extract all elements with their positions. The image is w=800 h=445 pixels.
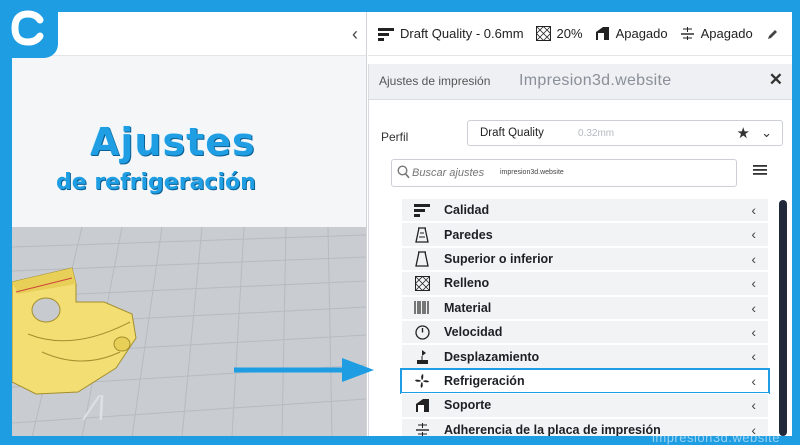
chevron-left-icon: ‹ xyxy=(751,323,756,340)
chevron-left-icon: ‹ xyxy=(751,202,756,218)
infill-icon xyxy=(535,26,551,41)
chevron-down-icon[interactable]: ⌄ xyxy=(761,125,772,141)
app-window: ‹ /\ Ajustes de refrigeración Draft Qual… xyxy=(12,12,792,436)
category-label: Soporte xyxy=(444,398,492,413)
blue-frame: ‹ /\ Ajustes de refrigeración Draft Qual… xyxy=(0,0,800,445)
speed-icon xyxy=(410,323,434,341)
panel-watermark: Impresion3d.website xyxy=(519,72,672,89)
quality-icon xyxy=(410,201,434,219)
adhesion-icon xyxy=(410,421,434,436)
profile-value: Draft Quality xyxy=(480,127,544,139)
profile-layer-height: 0.32mm xyxy=(578,128,615,139)
support-icon xyxy=(410,396,434,414)
category-label: Refrigeración xyxy=(444,373,525,388)
profile-label: Perfil xyxy=(381,130,409,144)
app-logo-icon xyxy=(11,10,44,46)
chevron-left-icon: ‹ xyxy=(751,348,756,365)
infill-summary[interactable]: 20% xyxy=(535,26,583,41)
viewport-topbar: ‹ xyxy=(12,12,366,56)
category-label: Adherencia de la placa de impresión xyxy=(444,422,661,436)
quality-summary[interactable]: Draft Quality - 0.6mm xyxy=(378,26,524,41)
search-settings-box[interactable]: impresion3d.website xyxy=(391,159,737,187)
search-input[interactable] xyxy=(412,163,502,183)
chevron-left-icon: ‹ xyxy=(751,397,756,414)
category-label: Calidad xyxy=(444,203,490,218)
chevron-left-icon: ‹ xyxy=(751,250,756,267)
print-setup-toolbar[interactable]: Draft Quality - 0.6mm 20% Apagado Apagad… xyxy=(368,12,792,56)
settings-category-list: Calidad ‹ Paredes ‹ Superior o inferior … xyxy=(400,198,770,436)
chevron-left-icon: ‹ xyxy=(751,299,756,316)
category-support[interactable]: Soporte ‹ xyxy=(401,393,769,418)
infill-text: 20% xyxy=(556,26,583,41)
adhesion-icon xyxy=(680,27,694,40)
close-icon[interactable]: ✕ xyxy=(769,70,783,90)
profile-dropdown[interactable]: Draft Quality 0.32mm ★ ⌄ xyxy=(467,120,783,146)
category-label: Relleno xyxy=(444,276,490,291)
chevron-left-icon: ‹ xyxy=(751,275,756,292)
material-icon xyxy=(410,299,434,317)
panel-header: Ajustes de impresión Impresion3d.website… xyxy=(369,64,792,100)
cooling-fan-icon xyxy=(410,372,434,390)
pointer-arrow-icon xyxy=(234,358,374,382)
category-quality[interactable]: Calidad ‹ xyxy=(401,198,769,223)
chevron-left-icon: ‹ xyxy=(751,372,756,389)
corner-watermark: impresion3d.website xyxy=(651,430,780,445)
category-infill[interactable]: Relleno ‹ xyxy=(401,271,769,296)
overlay-subtitle: de refrigeración xyxy=(56,170,256,195)
logo-badge xyxy=(0,0,58,58)
adhesion-text: Apagado xyxy=(700,26,753,41)
print-settings-panel: Ajustes de impresión Impresion3d.website… xyxy=(368,64,792,436)
category-label: Material xyxy=(444,300,492,315)
settings-scrollbar[interactable] xyxy=(779,200,787,436)
category-top-bottom[interactable]: Superior o inferior ‹ xyxy=(401,246,769,272)
category-label: Desplazamiento xyxy=(444,349,540,364)
search-watermark: impresion3d.website xyxy=(500,169,564,176)
overlay-title: Ajustes xyxy=(90,120,256,164)
menu-icon[interactable] xyxy=(753,164,767,176)
support-text: Apagado xyxy=(615,26,668,41)
top-bottom-icon xyxy=(410,250,434,268)
quality-icon xyxy=(378,27,394,41)
star-icon[interactable]: ★ xyxy=(737,124,750,142)
panel-title: Ajustes de impresión xyxy=(379,74,491,88)
pencil-icon[interactable] xyxy=(767,28,779,40)
travel-icon xyxy=(410,348,434,366)
support-icon xyxy=(595,27,609,40)
walls-icon xyxy=(410,226,434,244)
chevron-left-icon: ‹ xyxy=(751,226,756,243)
adhesion-summary[interactable]: Apagado xyxy=(680,26,753,41)
infill-icon xyxy=(410,274,434,292)
quality-text: Draft Quality - 0.6mm xyxy=(400,26,524,41)
search-icon xyxy=(397,165,410,179)
category-label: Paredes xyxy=(444,227,493,242)
category-walls[interactable]: Paredes ‹ xyxy=(401,222,769,247)
support-summary[interactable]: Apagado xyxy=(595,26,668,41)
category-label: Velocidad xyxy=(444,325,503,340)
category-label: Superior o inferior xyxy=(444,251,554,266)
category-speed[interactable]: Velocidad ‹ xyxy=(401,319,769,345)
category-travel[interactable]: Desplazamiento ‹ xyxy=(401,344,769,369)
3d-model-boat[interactable] xyxy=(12,242,162,432)
category-cooling[interactable]: Refrigeración ‹ xyxy=(400,367,770,395)
collapse-chevron-icon[interactable]: ‹ xyxy=(352,24,358,45)
category-material[interactable]: Material ‹ xyxy=(401,295,769,320)
